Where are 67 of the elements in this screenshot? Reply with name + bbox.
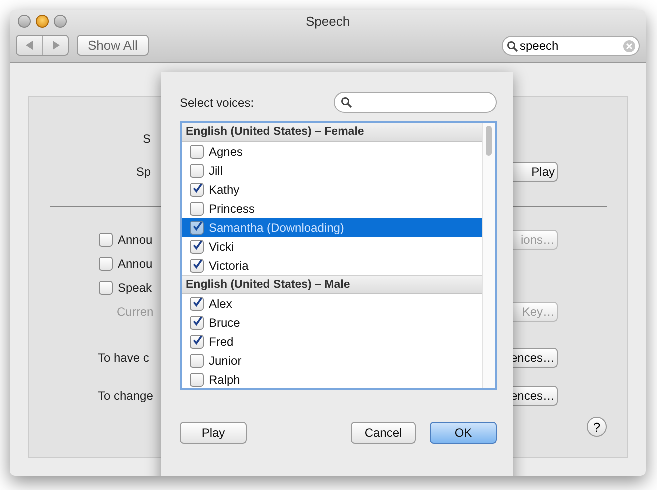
cancel-button[interactable]: Cancel <box>351 422 416 444</box>
play-button[interactable]: Play <box>180 422 247 444</box>
show-all-button[interactable]: Show All <box>77 35 149 56</box>
checkbox[interactable] <box>99 257 113 271</box>
voice-name: Alex <box>209 296 232 310</box>
voice-checkbox[interactable] <box>190 258 204 272</box>
setting-label: Speak <box>118 281 152 295</box>
voice-name: Victoria <box>209 258 249 272</box>
voice-name: Vicki <box>209 240 234 254</box>
voice-name: Kathy <box>209 182 240 196</box>
voice-checkbox[interactable] <box>190 240 204 254</box>
forward-icon[interactable] <box>52 41 60 50</box>
voice-checkbox[interactable] <box>190 164 204 178</box>
voice-name: Ralph <box>209 372 240 386</box>
scrollbar-thumb[interactable] <box>486 126 492 156</box>
minimize-icon[interactable] <box>36 15 49 28</box>
voice-item[interactable]: Junior <box>182 351 482 370</box>
voice-name: Jill <box>209 164 223 178</box>
search-field[interactable]: speech <box>502 36 640 56</box>
ok-button[interactable]: OK <box>430 422 497 444</box>
back-forward-control[interactable] <box>16 35 69 56</box>
voice-checkbox[interactable] <box>190 334 204 348</box>
voice-checkbox[interactable] <box>190 182 204 196</box>
select-voices-label: Select voices: <box>180 96 254 110</box>
setting-label: To have c <box>98 351 150 365</box>
voice-name: Junior <box>209 354 242 368</box>
window-title: Speech <box>306 14 350 29</box>
group-header: English (United States) – Male <box>182 275 482 294</box>
voice-checkbox[interactable] <box>190 202 204 216</box>
voice-checkbox[interactable] <box>190 220 204 234</box>
search-icon <box>507 40 518 52</box>
voice-checkbox[interactable] <box>190 296 204 310</box>
voice-search-field[interactable] <box>334 92 497 113</box>
voice-name: Agnes <box>209 144 244 158</box>
voice-item[interactable]: Ralph <box>182 370 482 388</box>
voice-name: Samantha (Downloading) <box>209 220 344 234</box>
checkbox[interactable] <box>99 281 113 295</box>
voice-name: Fred <box>209 334 234 348</box>
setting-label: S <box>142 132 151 146</box>
search-icon <box>341 97 352 108</box>
setting-label: To change <box>98 389 154 403</box>
voice-item[interactable]: Victoria <box>182 256 482 275</box>
setting-label: Annou <box>118 233 153 247</box>
clear-icon[interactable] <box>623 40 636 52</box>
voice-name: Princess <box>209 202 256 216</box>
back-icon[interactable] <box>26 41 34 50</box>
voice-checkbox[interactable] <box>190 144 204 158</box>
voice-name: Bruce <box>209 316 240 330</box>
voice-item[interactable]: Vicki <box>182 237 482 256</box>
setting-label: Curren <box>117 305 154 319</box>
voice-item[interactable]: Kathy <box>182 180 482 199</box>
voice-item[interactable]: Alex <box>182 294 482 313</box>
voice-item[interactable]: Bruce <box>182 313 482 332</box>
setting-label: Sp <box>136 165 151 179</box>
voice-item[interactable]: Jill <box>182 161 482 180</box>
voice-item[interactable]: Princess <box>182 199 482 218</box>
voice-item[interactable]: Samantha (Downloading) <box>182 218 482 237</box>
voice-item[interactable]: Fred <box>182 332 482 351</box>
voice-checkbox[interactable] <box>190 372 204 386</box>
group-header: English (United States) – Female <box>182 123 482 142</box>
voice-checkbox[interactable] <box>190 354 204 368</box>
close-icon[interactable] <box>18 15 31 28</box>
zoom-icon[interactable] <box>54 15 67 28</box>
voice-checkbox[interactable] <box>190 316 204 330</box>
setting-label: Annou <box>118 257 153 271</box>
voice-item[interactable]: Agnes <box>182 142 482 161</box>
help-button[interactable]: ? <box>587 417 607 437</box>
